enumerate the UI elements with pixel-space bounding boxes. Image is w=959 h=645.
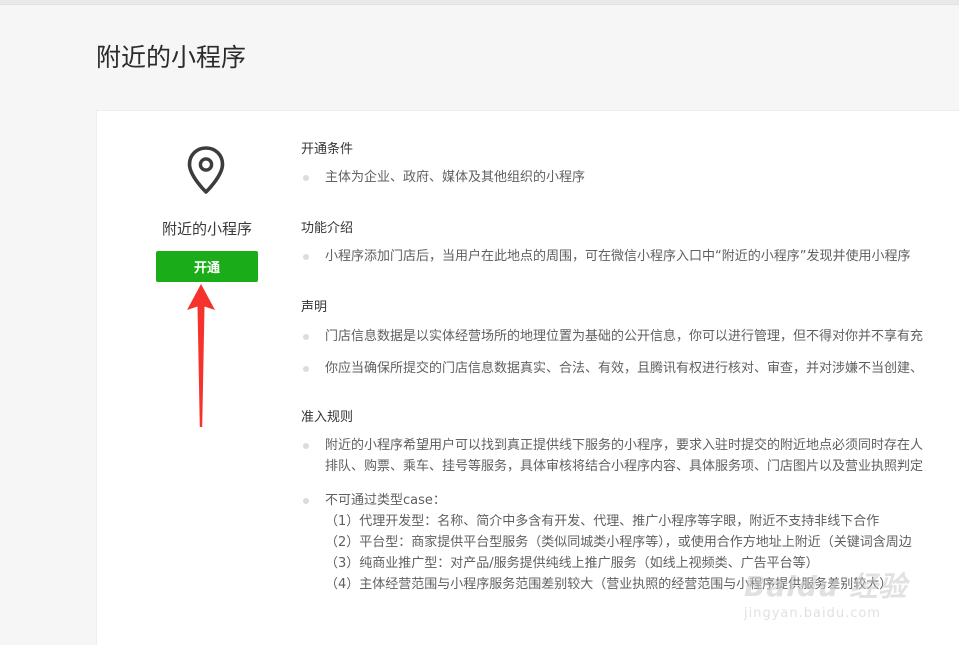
list-item: 小程序添加门店后，当用户在此地点的周围，可在微信小程序入口中“附近的小程序”发现… (301, 246, 910, 267)
list-item-text: 门店信息数据是以实体经营场所的地理位置为基础的公开信息，你可以进行管理，但不得对… (325, 329, 924, 344)
list-item-text: 主体为企业、政府、媒体及其他组织的小程序 (325, 170, 586, 185)
list-item: 附近的小程序希望用户可以找到真正提供线下服务的小程序，要求入驻时提交的附近地点必… (301, 435, 923, 477)
list-item-text: 附近的小程序希望用户可以找到真正提供线下服务的小程序，要求入驻时提交的附近地点必… (325, 438, 924, 453)
list-item-text: （4）主体经营范围与小程序服务范围差别较大（营业执照的经营范围与小程序提供服务差… (325, 577, 893, 592)
list-item-text: 排队、购票、乘车、挂号等服务，具体审核将结合小程序内容、具体服务项、门店图片以及… (325, 459, 924, 474)
list-item: 你应当确保所提交的门店信息数据真实、合法、有效，且腾讯有权进行核对、审查，并对涉… (301, 358, 923, 379)
section-title-intro: 功能介绍 (301, 221, 354, 236)
list-item-text: 不可通过类型case： (325, 493, 446, 508)
list-item: 不可通过类型case： （1）代理开发型：名称、简介中多含有开发、代理、推广小程… (301, 490, 912, 595)
feature-card: 附近的小程序 开通 开通条件 主体为企业、政府、媒体及其他组织的小程序 功能介绍… (96, 110, 959, 645)
top-bar (0, 0, 959, 5)
open-button[interactable]: 开通 (156, 251, 258, 282)
section-title-rules: 准入规则 (301, 410, 354, 425)
list-item: 主体为企业、政府、媒体及其他组织的小程序 (301, 167, 585, 188)
list-item-text: （1）代理开发型：名称、简介中多含有开发、代理、推广小程序等字眼，附近不支持非线… (325, 514, 880, 529)
list-item-text: 你应当确保所提交的门店信息数据真实、合法、有效，且腾讯有权进行核对、审查，并对涉… (325, 361, 924, 376)
section-title-conditions: 开通条件 (301, 142, 354, 157)
list-item: 门店信息数据是以实体经营场所的地理位置为基础的公开信息，你可以进行管理，但不得对… (301, 326, 923, 347)
list-item-text: （3）纯商业推广型：对产品/服务提供纯线上推广服务（如线上视频类、广告平台等） (325, 556, 819, 571)
list-item-text: 小程序添加门店后，当用户在此地点的周围，可在微信小程序入口中“附近的小程序”发现… (325, 249, 911, 264)
app-name-label: 附近的小程序 (161, 220, 252, 238)
list-item-text: （2）平台型：商家提供平台型服务（类似同城类小程序等），或使用合作方地址上附近（… (325, 535, 912, 550)
location-pin-icon (187, 146, 225, 194)
section-title-statement: 声明 (301, 300, 328, 315)
red-arrow-icon (187, 284, 215, 427)
page-title: 附近的小程序 (96, 43, 247, 72)
